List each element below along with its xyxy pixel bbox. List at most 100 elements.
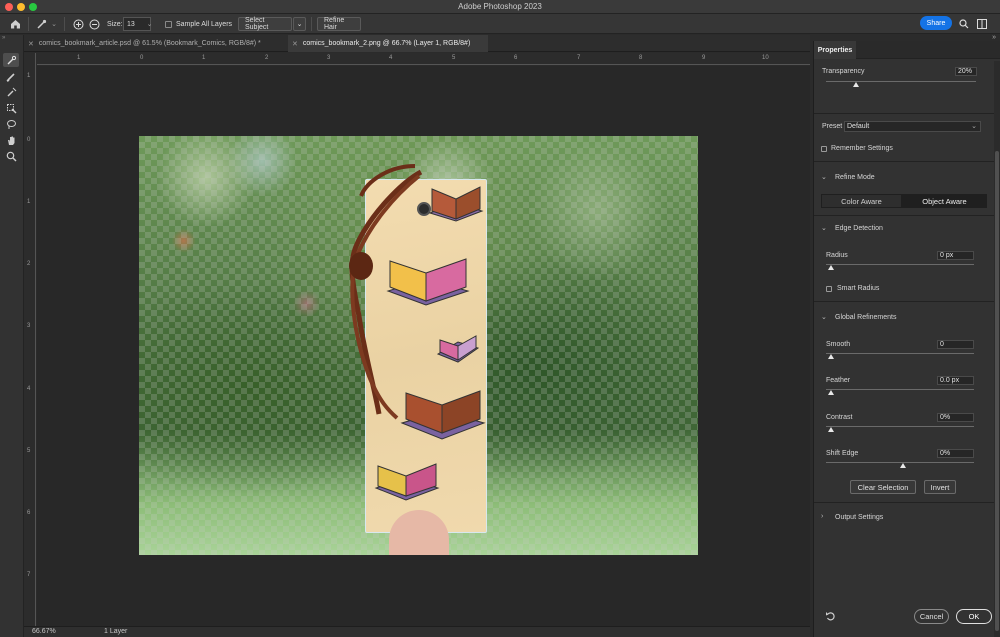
ruler-tick-label: 2 bbox=[27, 261, 31, 267]
feather-slider-thumb[interactable] bbox=[828, 390, 834, 395]
panel-collapse-icon[interactable]: » bbox=[992, 34, 996, 41]
chevron-down-icon: ⌄ bbox=[971, 123, 977, 130]
ruler-tick-label: 4 bbox=[27, 386, 31, 392]
feather-label: Feather bbox=[826, 377, 851, 384]
tab-properties[interactable]: Properties bbox=[814, 41, 856, 59]
size-dropdown-chevron-icon[interactable]: ⌄ bbox=[145, 17, 154, 31]
zoom-tool-icon[interactable] bbox=[3, 149, 19, 163]
smooth-label: Smooth bbox=[826, 341, 851, 348]
radius-slider-thumb[interactable] bbox=[828, 265, 834, 270]
object-aware-button[interactable]: Object Aware bbox=[902, 194, 987, 208]
ruler-tick-label: 0 bbox=[27, 137, 31, 143]
contrast-field[interactable]: 0% bbox=[937, 413, 974, 422]
transparency-field[interactable]: 20% bbox=[955, 67, 977, 76]
chevron-down-icon[interactable]: ⌄ bbox=[821, 173, 827, 181]
contrast-slider[interactable] bbox=[826, 426, 974, 427]
quick-selection-tool-icon[interactable] bbox=[3, 101, 19, 115]
horizontal-ruler[interactable]: 1 0 1 2 3 4 5 6 7 8 9 10 bbox=[37, 53, 810, 65]
transparency-slider[interactable] bbox=[826, 81, 976, 82]
refine-mode-header[interactable]: Refine Mode bbox=[835, 174, 875, 181]
panel-scrollbar[interactable] bbox=[994, 61, 1000, 637]
shift-edge-slider-thumb[interactable] bbox=[900, 463, 906, 468]
ruler-tick-label: 6 bbox=[514, 55, 518, 61]
add-to-selection-icon[interactable] bbox=[72, 17, 84, 31]
edge-detection-header[interactable]: Edge Detection bbox=[835, 225, 883, 232]
transparency-slider-thumb[interactable] bbox=[853, 82, 859, 87]
select-subject-dropdown-icon[interactable]: ⌄ bbox=[293, 17, 306, 31]
sample-all-layers-checkbox[interactable] bbox=[164, 17, 172, 31]
shift-edge-field[interactable]: 0% bbox=[937, 449, 974, 458]
subtract-from-selection-icon[interactable] bbox=[88, 17, 100, 31]
properties-panel: » Properties Transparency 20% Preset Def… bbox=[813, 34, 1000, 637]
ruler-tick-label: 7 bbox=[577, 55, 581, 61]
smart-radius-checkbox[interactable] bbox=[826, 286, 832, 292]
clear-selection-button[interactable]: Clear Selection bbox=[850, 480, 916, 494]
preset-label: Preset bbox=[822, 123, 843, 130]
ruler-tick-label: 7 bbox=[27, 572, 31, 578]
vertical-ruler[interactable]: 1 0 1 2 3 4 5 6 7 bbox=[24, 53, 36, 626]
ruler-tick-label: 1 bbox=[27, 199, 31, 205]
output-settings-header[interactable]: Output Settings bbox=[835, 514, 883, 521]
cancel-button[interactable]: Cancel bbox=[914, 609, 949, 624]
object-selection-tool-icon[interactable] bbox=[3, 85, 19, 99]
tab-comics-bookmark-article[interactable]: ✕ comics_bookmark_article.psd @ 61.5% (B… bbox=[24, 35, 286, 52]
hand-tool-icon[interactable] bbox=[3, 133, 19, 147]
radius-field[interactable]: 0 px bbox=[937, 251, 974, 260]
ruler-tick-label: 3 bbox=[327, 55, 331, 61]
panel-scrollbar-thumb[interactable] bbox=[995, 151, 999, 631]
chevron-right-icon[interactable]: › bbox=[821, 513, 823, 520]
feather-slider[interactable] bbox=[826, 389, 974, 390]
ruler-tick-label: 6 bbox=[27, 510, 31, 516]
ruler-tick-label: 4 bbox=[389, 55, 393, 61]
chevron-down-icon[interactable]: ⌄ bbox=[821, 313, 827, 321]
global-refinements-header[interactable]: Global Refinements bbox=[835, 314, 896, 321]
tools-panel: » bbox=[0, 35, 24, 637]
options-bar: ⌄ Size: 13 ⌄ Sample All Layers Select Su… bbox=[0, 14, 1000, 34]
remember-settings-label: Remember Settings bbox=[831, 145, 893, 152]
color-aware-button[interactable]: Color Aware bbox=[821, 194, 902, 208]
contrast-label: Contrast bbox=[826, 414, 853, 421]
select-subject-button[interactable]: Select Subject bbox=[238, 17, 292, 31]
close-tab-icon[interactable]: ✕ bbox=[292, 40, 298, 48]
ruler-tick-label: 2 bbox=[265, 55, 269, 61]
document-image[interactable] bbox=[139, 136, 698, 555]
remember-settings-checkbox[interactable] bbox=[821, 146, 827, 152]
shift-edge-label: Shift Edge bbox=[826, 450, 859, 457]
transparency-label: Transparency bbox=[822, 68, 865, 75]
ruler-tick-label: 1 bbox=[27, 73, 31, 79]
radius-slider[interactable] bbox=[826, 264, 974, 265]
chevron-down-icon[interactable]: ⌄ bbox=[821, 224, 827, 232]
search-icon[interactable] bbox=[958, 17, 970, 31]
invert-button[interactable]: Invert bbox=[924, 480, 956, 494]
preset-value: Default bbox=[847, 123, 870, 130]
brush-tool-icon[interactable] bbox=[3, 69, 19, 83]
leather-cord bbox=[349, 164, 423, 420]
workspace-icon[interactable] bbox=[976, 17, 988, 31]
ruler-tick-label: 1 bbox=[202, 55, 206, 61]
status-bar: 66.67% 1 Layer bbox=[24, 626, 810, 637]
home-icon[interactable] bbox=[8, 17, 22, 31]
app-title: Adobe Photoshop 2023 bbox=[458, 2, 542, 11]
brush-preset-icon[interactable] bbox=[34, 17, 48, 31]
smooth-slider[interactable] bbox=[826, 353, 974, 354]
zoom-level[interactable]: 66.67% bbox=[32, 628, 56, 635]
close-tab-icon[interactable]: ✕ bbox=[28, 40, 34, 48]
tab-comics-bookmark-2[interactable]: ✕ comics_bookmark_2.png @ 66.7% (Layer 1… bbox=[288, 35, 488, 52]
share-button[interactable]: Share bbox=[920, 16, 952, 30]
smooth-slider-thumb[interactable] bbox=[828, 354, 834, 359]
chevron-down-icon[interactable]: ⌄ bbox=[50, 17, 58, 31]
panel-tab-bar: Properties bbox=[814, 41, 1000, 59]
reset-icon[interactable] bbox=[825, 611, 836, 624]
lasso-tool-icon[interactable] bbox=[3, 117, 19, 131]
contrast-slider-thumb[interactable] bbox=[828, 427, 834, 432]
smooth-field[interactable]: 0 bbox=[937, 340, 974, 349]
size-label: Size: bbox=[107, 20, 123, 28]
layer-count: 1 Layer bbox=[104, 628, 128, 635]
ok-button[interactable]: OK bbox=[956, 609, 992, 624]
canvas-area[interactable] bbox=[37, 66, 810, 626]
refine-hair-button[interactable]: Refine Hair bbox=[317, 17, 361, 31]
feather-field[interactable]: 0.0 px bbox=[937, 376, 974, 385]
toolbar-collapse-icon[interactable]: » bbox=[2, 35, 5, 41]
preset-select[interactable]: Default ⌄ bbox=[844, 121, 981, 132]
refine-edge-brush-tool-icon[interactable] bbox=[3, 53, 19, 67]
